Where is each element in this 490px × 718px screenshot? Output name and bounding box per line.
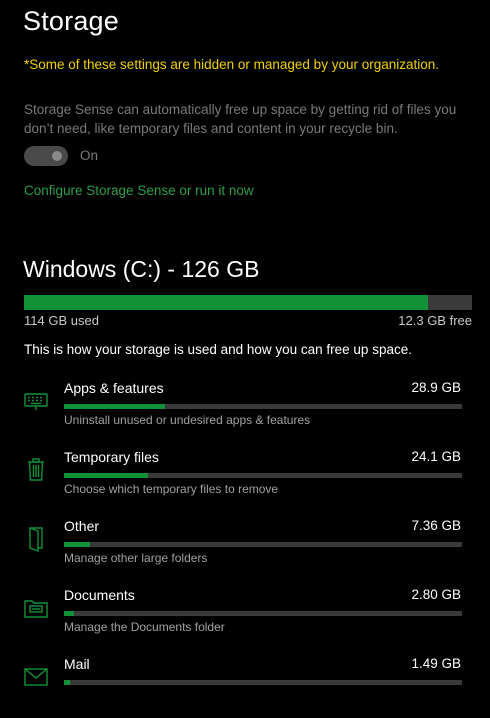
usage-intro-text: This is how your storage is used and how… [24,342,412,357]
folder-icon [22,593,50,621]
category-bar [64,473,462,478]
category-size: 7.36 GB [411,518,461,533]
storage-sense-toggle-label: On [80,148,99,163]
category-description: Choose which temporary files to remove [64,482,279,496]
category-bar-fill [64,611,74,616]
category-bar [64,542,462,547]
org-notice: *Some of these settings are hidden or ma… [24,57,440,72]
category-name: Mail [64,656,90,672]
category-bar [64,680,462,685]
category-name: Apps & features [64,380,164,396]
mail-icon [22,662,50,690]
category-temporary-files[interactable]: Temporary files 24.1 GB Choose which tem… [0,449,490,511]
drive-free-label: 12.3 GB free [398,313,472,328]
category-bar-fill [64,542,90,547]
category-apps-features[interactable]: Apps & features 28.9 GB Uninstall unused… [0,380,490,442]
configure-storage-sense-link[interactable]: Configure Storage Sense or run it now [24,183,254,198]
category-other[interactable]: Other 7.36 GB Manage other large folders [0,518,490,580]
drive-usage-bar [24,295,472,310]
category-size: 2.80 GB [411,587,461,602]
category-bar [64,611,462,616]
category-description: Manage the Documents folder [64,620,225,634]
category-name: Other [64,518,100,534]
category-bar-fill [64,680,70,685]
category-name: Temporary files [64,449,159,465]
category-bar [64,404,462,409]
category-bar-fill [64,473,148,478]
category-bar-fill [64,404,166,409]
category-description: Uninstall unused or undesired apps & fea… [64,413,311,427]
drive-title: Windows (C:) - 126 GB [23,256,260,282]
category-size: 1.49 GB [411,656,461,671]
toggle-knob [52,151,62,161]
storage-sense-description: Storage Sense can automatically free up … [24,102,457,136]
category-description: Manage other large folders [64,551,208,565]
category-name: Documents [64,587,135,603]
document-icon [22,524,50,553]
category-size: 28.9 GB [411,380,461,395]
category-documents[interactable]: Documents 2.80 GB Manage the Documents f… [0,587,490,649]
storage-sense-toggle[interactable] [24,146,68,166]
drive-used-label: 114 GB used [24,313,99,328]
drive-usage-bar-fill [24,295,429,310]
category-size: 24.1 GB [411,449,461,464]
trash-icon [22,455,50,483]
page-title: Storage [23,6,119,36]
category-mail[interactable]: Mail 1.49 GB [0,656,490,718]
keyboard-icon [22,386,50,414]
